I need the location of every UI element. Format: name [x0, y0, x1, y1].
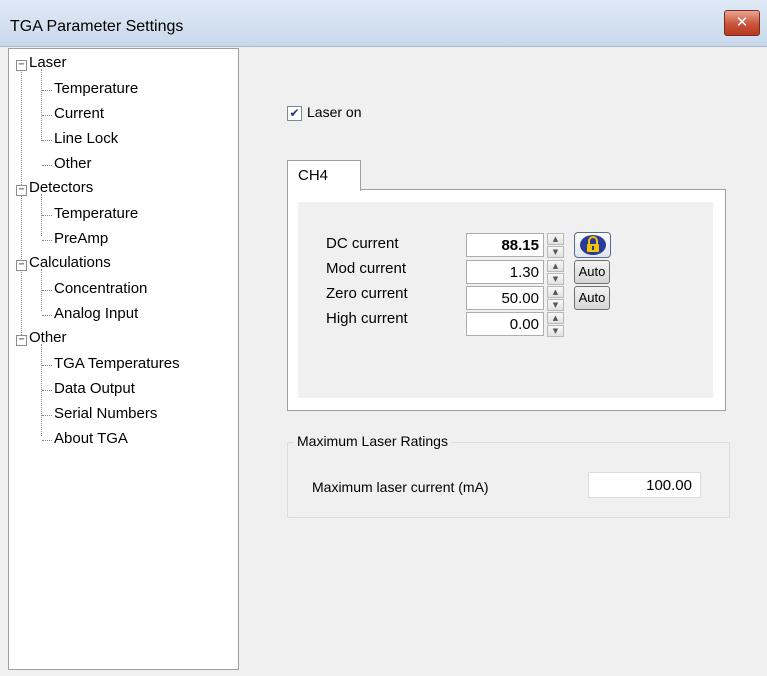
collapse-detectors-icon[interactable]: −: [16, 185, 27, 196]
tree-item-about-tga[interactable]: About TGA: [54, 430, 128, 447]
collapse-other-icon[interactable]: −: [16, 335, 27, 346]
spin-up-icon[interactable]: ▲: [547, 233, 564, 245]
ch4-tab-page: DC current 88.15 ▲ ▼ Mod current 1.30 ▲ …: [287, 189, 726, 411]
tree-item-laser-other[interactable]: Other: [54, 155, 92, 172]
spin-up-icon[interactable]: ▲: [547, 260, 564, 272]
settings-tree: − Laser Temperature Current Line Lock Ot…: [8, 48, 239, 670]
tab-ch4[interactable]: CH4: [287, 160, 361, 191]
tree-item-detectors-preamp[interactable]: PreAmp: [54, 230, 108, 247]
tree-hline: [42, 390, 52, 391]
maximum-laser-ratings-group: Maximum Laser Ratings Maximum laser curr…: [287, 433, 730, 518]
tree-item-other[interactable]: Other: [29, 329, 67, 346]
maximum-laser-ratings-title: Maximum Laser Ratings: [294, 433, 451, 449]
tree-item-concentration[interactable]: Concentration: [54, 280, 147, 297]
dc-current-input[interactable]: 88.15: [466, 233, 544, 257]
tree-hline: [42, 315, 52, 316]
spin-down-icon[interactable]: ▼: [547, 246, 564, 258]
zero-current-label: Zero current: [326, 285, 408, 302]
dc-current-lock-button[interactable]: [574, 232, 611, 258]
mod-current-spinner[interactable]: ▲ ▼: [547, 260, 564, 285]
mod-current-auto-button[interactable]: Auto: [574, 260, 610, 284]
tree-item-detectors-temperature[interactable]: Temperature: [54, 205, 138, 222]
lock-icon: [580, 235, 606, 255]
tree-branch-line-laser: [41, 69, 42, 141]
tree-hline: [42, 90, 52, 91]
spin-down-icon[interactable]: ▼: [547, 299, 564, 311]
tree-item-data-output[interactable]: Data Output: [54, 380, 135, 397]
tree-hline: [42, 140, 52, 141]
spin-up-icon[interactable]: ▲: [547, 286, 564, 298]
laser-on-checkbox[interactable]: ✔: [287, 106, 302, 121]
tree-root-line: [21, 67, 22, 337]
tree-hline: [42, 365, 52, 366]
dc-current-spinner[interactable]: ▲ ▼: [547, 233, 564, 258]
tree-hline: [42, 290, 52, 291]
collapse-laser-icon[interactable]: −: [16, 60, 27, 71]
tree-hline: [42, 215, 52, 216]
tree-hline: [42, 240, 52, 241]
tree-item-analog-input[interactable]: Analog Input: [54, 305, 138, 322]
mod-current-label: Mod current: [326, 260, 407, 277]
tree-item-laser-line-lock[interactable]: Line Lock: [54, 130, 118, 147]
check-icon: ✔: [289, 106, 300, 120]
tree-item-tga-temperatures[interactable]: TGA Temperatures: [54, 355, 180, 372]
tree-item-laser-temperature[interactable]: Temperature: [54, 80, 138, 97]
tree-item-laser-current[interactable]: Current: [54, 105, 104, 122]
tree-hline: [42, 440, 52, 441]
high-current-input[interactable]: 0.00: [466, 312, 544, 336]
title-bar: TGA Parameter Settings ✕: [0, 0, 767, 47]
mod-current-input[interactable]: 1.30: [466, 260, 544, 284]
close-icon: ✕: [735, 13, 749, 31]
tree-hline: [42, 115, 52, 116]
close-button[interactable]: ✕: [724, 10, 760, 36]
zero-current-auto-button[interactable]: Auto: [574, 286, 610, 310]
high-current-spinner[interactable]: ▲ ▼: [547, 312, 564, 337]
tab-ch4-label: CH4: [298, 167, 329, 184]
tga-settings-window: TGA Parameter Settings ✕ − Laser Tempera…: [0, 0, 767, 676]
zero-current-input[interactable]: 50.00: [466, 286, 544, 310]
tree-item-serial-numbers[interactable]: Serial Numbers: [54, 405, 157, 422]
tree-hline: [42, 415, 52, 416]
tree-item-laser[interactable]: Laser: [29, 54, 67, 71]
max-laser-current-label: Maximum laser current (mA): [312, 479, 489, 495]
spin-down-icon[interactable]: ▼: [547, 273, 564, 285]
dc-current-label: DC current: [326, 235, 399, 252]
window-title: TGA Parameter Settings: [10, 18, 184, 35]
zero-current-spinner[interactable]: ▲ ▼: [547, 286, 564, 311]
laser-on-label[interactable]: Laser on: [307, 104, 361, 120]
tree-item-calculations[interactable]: Calculations: [29, 254, 111, 271]
high-current-label: High current: [326, 310, 408, 327]
tree-hline: [42, 165, 52, 166]
current-settings-panel: DC current 88.15 ▲ ▼ Mod current 1.30 ▲ …: [298, 202, 713, 398]
spin-down-icon[interactable]: ▼: [547, 325, 564, 337]
spin-up-icon[interactable]: ▲: [547, 312, 564, 324]
settings-content: ✔ Laser on CH4 DC current 88.15 ▲ ▼ Mod …: [240, 48, 767, 676]
collapse-calculations-icon[interactable]: −: [16, 260, 27, 271]
max-laser-current-input[interactable]: 100.00: [588, 472, 701, 498]
tree-item-detectors[interactable]: Detectors: [29, 179, 93, 196]
